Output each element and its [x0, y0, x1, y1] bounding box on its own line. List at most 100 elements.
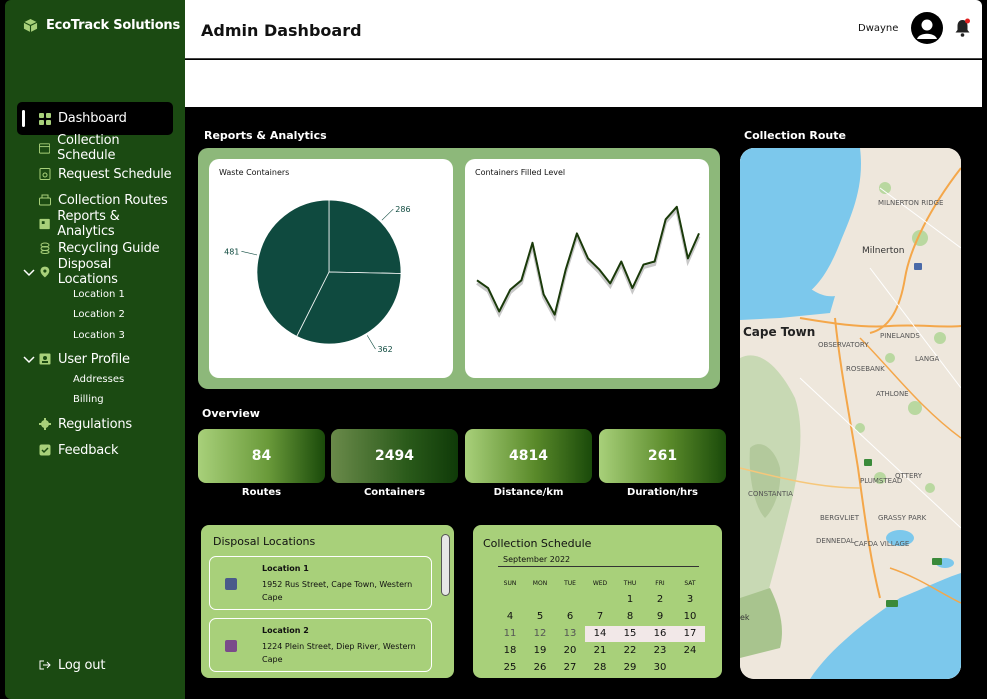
distance-value: 4814: [509, 448, 548, 464]
duration-value: 261: [647, 448, 678, 464]
overview-card-duration[interactable]: 261: [599, 429, 726, 483]
id-card-icon: [39, 353, 51, 365]
sidebar-subitem-location-1[interactable]: Location 1: [73, 289, 125, 300]
calendar-day[interactable]: 22: [615, 643, 645, 659]
pie-chart: 286 362 481: [224, 199, 411, 354]
sidebar-item-label: Recycling Guide: [58, 240, 160, 256]
calendar-day[interactable]: 15: [615, 626, 645, 642]
calendar-day[interactable]: 5: [525, 609, 555, 625]
location-address: 1952 Rus Street, Cape Town, Western Cape: [262, 580, 413, 602]
logout-label: Log out: [58, 657, 106, 673]
calendar-day[interactable]: 29: [615, 660, 645, 676]
calendar-day[interactable]: 7: [585, 609, 615, 625]
sidebar-subitem-billing[interactable]: Billing: [73, 394, 104, 405]
pie-slice[interactable]: [328, 199, 402, 274]
user-name[interactable]: Dwayne: [858, 23, 898, 34]
calendar-day[interactable]: 28: [585, 660, 615, 676]
calendar-day[interactable]: 9: [645, 609, 675, 625]
calendar-day[interactable]: 3: [675, 592, 705, 608]
scrollbar-thumb[interactable]: [441, 534, 450, 596]
calendar-day: [495, 592, 525, 608]
calendar-day[interactable]: 4: [495, 609, 525, 625]
sidebar-item-label: Dashboard: [58, 111, 127, 126]
map-label: CONSTANTIA: [748, 490, 793, 498]
calendar-icon: [39, 143, 51, 154]
check-icon: [39, 444, 51, 456]
location-color-swatch: [225, 578, 237, 590]
truck-icon: [39, 194, 51, 206]
avatar[interactable]: [911, 12, 943, 44]
schedule-panel-title: Collection Schedule: [483, 537, 592, 550]
sidebar-item-user-profile[interactable]: User Profile: [17, 348, 173, 370]
calendar-day[interactable]: 21: [585, 643, 615, 659]
sidebar-item-reports[interactable]: Reports & Analytics: [17, 209, 173, 239]
collection-route-map[interactable]: MILNERTON RIDGE Milnerton Cape Town OBSE…: [740, 148, 961, 679]
gear-icon: [39, 418, 51, 430]
location-name: Location 1: [262, 564, 309, 573]
calendar-day[interactable]: 2: [645, 592, 675, 608]
notification-bell-icon[interactable]: [954, 18, 971, 38]
page-title: Admin Dashboard: [201, 21, 362, 40]
month-divider: [498, 566, 699, 567]
disposal-locations-panel: Disposal Locations Location 1 1952 Rus S…: [201, 525, 454, 678]
overview-card-distance[interactable]: 4814: [465, 429, 592, 483]
brand[interactable]: EcoTrack Solutions: [23, 18, 180, 33]
sidebar-item-dashboard[interactable]: Dashboard: [17, 102, 173, 135]
calendar-day[interactable]: 27: [555, 660, 585, 676]
pie-data-label: 286: [395, 205, 410, 214]
calendar-day[interactable]: 24: [675, 643, 705, 659]
calendar-day[interactable]: 16: [645, 626, 675, 642]
map-label: LANGA: [915, 355, 940, 363]
calendar-day[interactable]: 11: [495, 626, 525, 642]
sidebar-subitem-location-3[interactable]: Location 3: [73, 330, 125, 341]
calendar-day[interactable]: 6: [555, 609, 585, 625]
sidebar-subitem-addresses[interactable]: Addresses: [73, 374, 124, 385]
weekday-header: SAT: [684, 580, 696, 587]
sidebar-item-request-schedule[interactable]: Request Schedule: [17, 163, 173, 185]
calendar-day[interactable]: 14: [585, 626, 615, 642]
map-label: MILNERTON RIDGE: [878, 199, 943, 207]
calendar-day[interactable]: 1: [615, 592, 645, 608]
location-card[interactable]: Location 1 1952 Rus Street, Cape Town, W…: [209, 556, 432, 610]
sidebar-item-collection-schedule[interactable]: Collection Schedule: [17, 133, 173, 163]
calendar-grid: SUN MON TUE WED THU FRI SAT 1 2 3 4 5 6 7 8 9 10 11 12 13 14…: [495, 577, 705, 676]
sidebar-item-collection-routes[interactable]: Collection Routes: [17, 189, 173, 211]
calendar-day[interactable]: 26: [525, 660, 555, 676]
calendar-day[interactable]: 19: [525, 643, 555, 659]
calendar-day[interactable]: 23: [645, 643, 675, 659]
sidebar-item-label: User Profile: [58, 351, 130, 367]
calendar-day[interactable]: 20: [555, 643, 585, 659]
sidebar-subitem-location-2[interactable]: Location 2: [73, 309, 125, 320]
sidebar-item-regulations[interactable]: Regulations: [17, 413, 173, 435]
sidebar-item-feedback[interactable]: Feedback: [17, 439, 173, 461]
pie-label-line: [381, 208, 394, 221]
location-card[interactable]: Location 2 1224 Plein Street, Diep River…: [209, 618, 432, 672]
line-chart: [476, 205, 701, 322]
logout-icon: [39, 660, 51, 670]
map-label: ATHLONE: [876, 390, 909, 398]
calendar-day[interactable]: 25: [495, 660, 525, 676]
calendar-day[interactable]: 8: [615, 609, 645, 625]
calendar-day[interactable]: 17: [675, 626, 705, 642]
sidebar-item-label: Request Schedule: [58, 166, 172, 182]
calendar-day[interactable]: 30: [645, 660, 675, 676]
map-label: ROSEBANK: [846, 365, 885, 373]
map-label: Milnerton: [862, 246, 904, 256]
weekday-header: WED: [592, 580, 608, 587]
calendar-day[interactable]: 12: [525, 626, 555, 642]
sidebar-item-disposal-locations[interactable]: Disposal Locations: [17, 257, 173, 287]
overview-card-routes[interactable]: 84: [198, 429, 325, 483]
logout-button[interactable]: Log out: [17, 654, 173, 676]
weekday-header: FRI: [655, 580, 665, 587]
map-label: PLUMSTEAD: [860, 477, 902, 485]
overview-card-containers[interactable]: 2494: [331, 429, 458, 483]
box-logo-icon: [23, 18, 38, 33]
recycle-icon: [40, 242, 50, 254]
calendar-day[interactable]: 13: [555, 626, 585, 642]
brand-name: EcoTrack Solutions: [46, 18, 181, 33]
calendar-month[interactable]: September 2022: [503, 555, 570, 564]
sidebar-item-recycling-guide[interactable]: Recycling Guide: [17, 237, 173, 259]
calendar-day[interactable]: 10: [675, 609, 705, 625]
map-label: ek: [740, 613, 750, 622]
calendar-day[interactable]: 18: [495, 643, 525, 659]
